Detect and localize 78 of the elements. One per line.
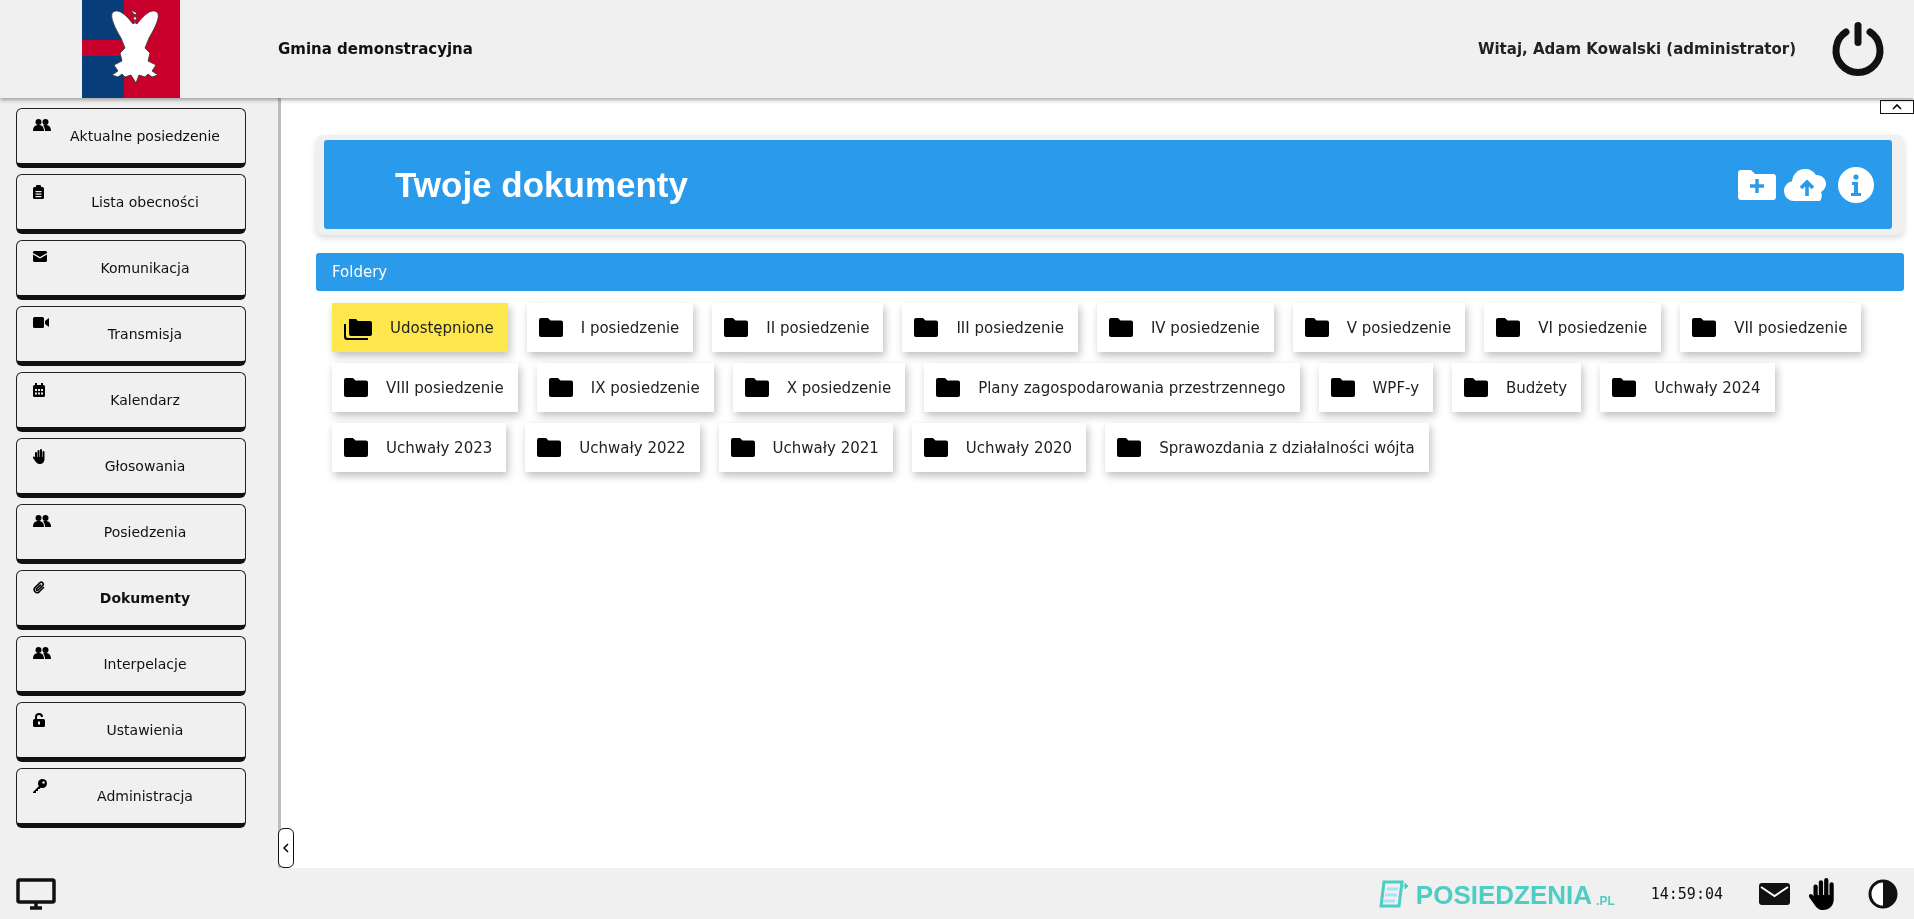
folder-item[interactable]: V posiedzenie (1292, 303, 1466, 352)
folder-icon (344, 438, 368, 457)
folder-item[interactable]: Uchwały 2023 (332, 423, 507, 472)
folder-icon (344, 378, 368, 397)
folder-item[interactable]: Sprawozdania z działalności wójta (1105, 423, 1429, 472)
paperclip-icon (33, 581, 46, 595)
user-greeting: Witaj, Adam Kowalski (administrator) (1477, 40, 1796, 58)
municipality-name: Gmina demonstracyjna (278, 40, 473, 58)
nav-button[interactable]: Ustawienia (16, 702, 246, 762)
unlocked-padlock-icon (33, 713, 45, 727)
folder-item[interactable]: VIII posiedzenie (332, 363, 518, 412)
monitor-icon[interactable] (16, 877, 56, 910)
folder-icon (914, 318, 939, 337)
clipboard-icon (33, 185, 44, 199)
nav-button[interactable]: Lista obecności (16, 174, 246, 234)
envelope-icon (33, 251, 47, 262)
folder-item[interactable]: Uchwały 2022 (525, 423, 700, 472)
folder-icon (1108, 318, 1133, 337)
folder-item[interactable]: Uchwały 2024 (1600, 363, 1775, 412)
raised-hand-icon[interactable] (1808, 877, 1836, 910)
calendar-icon (33, 383, 45, 397)
folder-item[interactable]: Plany zagospodarowania przestrzennego (924, 363, 1300, 412)
folder-item[interactable]: IX posiedzenie (536, 363, 714, 412)
users-icon (33, 119, 51, 132)
folder-item[interactable]: IV posiedzenie (1096, 303, 1274, 352)
power-icon[interactable] (1830, 20, 1886, 78)
folder-item[interactable]: III posiedzenie (902, 303, 1078, 352)
scroll-up-button[interactable] (1880, 100, 1914, 114)
nav-button[interactable]: Transmisja (16, 306, 246, 366)
folder-icon (1117, 438, 1142, 457)
page-title: Twoje dokumenty (395, 164, 689, 205)
folder-icon (538, 318, 563, 337)
video-camera-icon (33, 317, 49, 328)
raised-hand-icon (33, 449, 45, 464)
folder-item[interactable]: Uchwały 2021 (718, 423, 893, 472)
folder-icon (548, 378, 573, 397)
nav-button[interactable]: Komunikacja (16, 240, 246, 300)
nav-button[interactable]: Posiedzenia (16, 504, 246, 564)
nav-button[interactable]: Kalendarz (16, 372, 246, 432)
brand-logo: POSIEDZENIA.PL (1377, 879, 1615, 908)
nav-button[interactable]: Dokumenty (16, 570, 246, 630)
folder-icon (1496, 318, 1521, 337)
folder-item[interactable]: WPF-y (1318, 363, 1434, 412)
key-icon (33, 779, 47, 793)
folder-item[interactable]: II posiedzenie (712, 303, 884, 352)
folder-icon (1464, 378, 1489, 397)
section-title: Foldery (332, 263, 388, 281)
nav-button[interactable]: Administracja (16, 768, 246, 828)
folder-icon (923, 438, 948, 457)
folder-item[interactable]: Uchwały 2020 (911, 423, 1087, 472)
users-icon (33, 515, 51, 528)
folder-icon (744, 378, 769, 397)
nav-button[interactable]: Aktualne posiedzenie (16, 108, 246, 168)
folder-icon (1304, 318, 1329, 337)
collapse-sidebar-button[interactable] (278, 828, 294, 868)
folder-icon (1330, 378, 1355, 397)
folder-item[interactable]: Udostępnione (332, 303, 508, 352)
folder-item[interactable]: I posiedzenie (526, 303, 694, 352)
nav-button[interactable]: Interpelacje (16, 636, 246, 696)
nav-button[interactable]: Głosowania (16, 438, 246, 498)
folder-item[interactable]: Budżety (1452, 363, 1582, 412)
folder-item[interactable]: X posiedzenie (732, 363, 906, 412)
folder-icon (1692, 318, 1717, 337)
folder-icon (724, 318, 749, 337)
folder-icon (936, 378, 961, 397)
folder-item[interactable]: VI posiedzenie (1484, 303, 1662, 352)
folder-icon (730, 438, 755, 457)
folder-item[interactable]: VII posiedzenie (1680, 303, 1862, 352)
envelope-icon[interactable] (1759, 882, 1790, 905)
add-folder-icon[interactable] (1738, 169, 1776, 200)
folder-icon (1612, 378, 1637, 397)
folder-icon (537, 438, 562, 457)
chevron-up-icon (1892, 104, 1902, 110)
clock-time: 14:59:04 (1650, 884, 1723, 903)
info-icon[interactable] (1838, 166, 1874, 203)
chevron-left-icon (283, 843, 289, 853)
users-icon (33, 647, 51, 660)
contrast-icon[interactable] (1868, 878, 1898, 909)
